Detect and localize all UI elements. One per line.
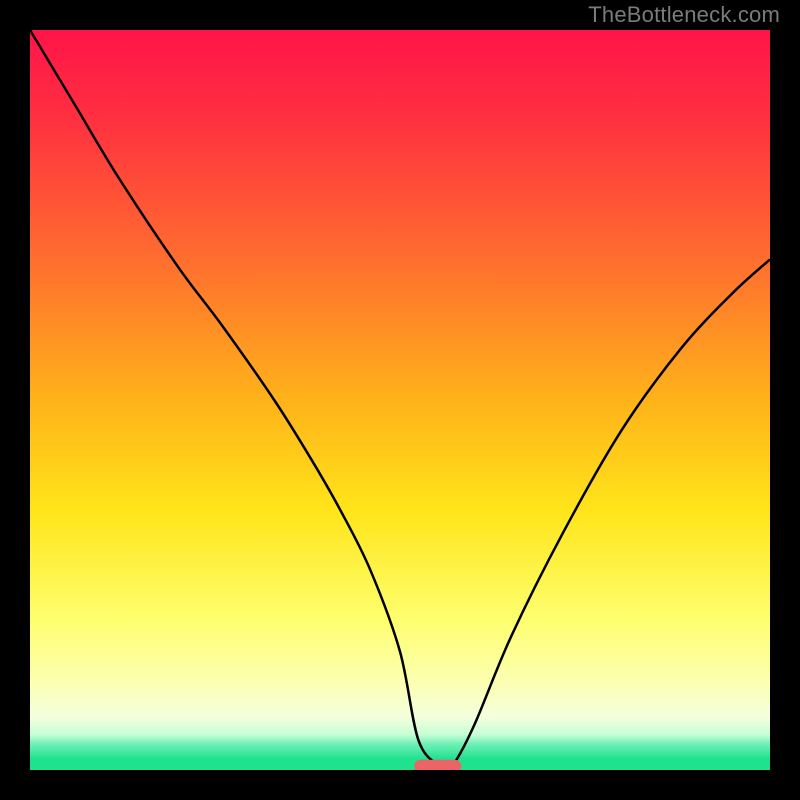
chart-frame: TheBottleneck.com <box>0 0 800 800</box>
plot-area <box>30 30 770 770</box>
gradient-background <box>30 30 770 770</box>
chart-svg <box>30 30 770 770</box>
watermark-text: TheBottleneck.com <box>588 2 780 28</box>
